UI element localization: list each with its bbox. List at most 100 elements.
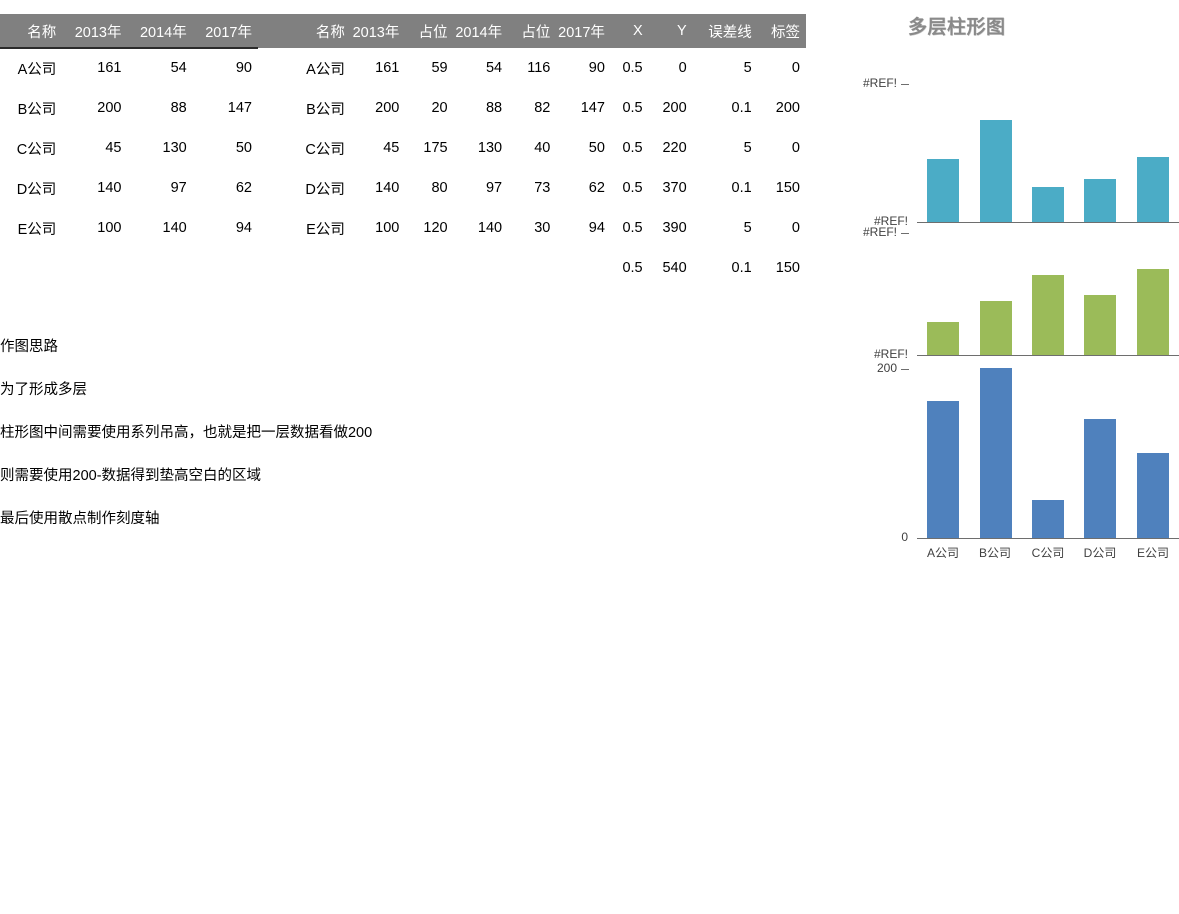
cell-2017: 90 (235, 60, 252, 76)
category-label-C公司: C公司 (1031, 546, 1065, 560)
cell-2017: 90 (588, 60, 605, 76)
cell-2014: 130 (477, 140, 503, 156)
category-label-A公司: A公司 (926, 546, 959, 560)
bar-top-C公司[interactable] (1032, 187, 1064, 222)
cell-errorbar: 0.1 (731, 180, 752, 196)
cell-errorbar: 5 (743, 60, 752, 76)
notes-line-3: 则需要使用200-数据得到垫高空白的区域 (0, 468, 262, 484)
cell-company: C公司 (305, 141, 345, 158)
cell-company: A公司 (17, 61, 57, 78)
cell-y: 540 (662, 260, 687, 276)
bar-top-D公司[interactable] (1084, 179, 1116, 222)
cell-y: 0 (678, 60, 687, 76)
cell-x: 0.5 (622, 100, 643, 116)
cell-2013: 45 (383, 140, 400, 156)
axis-label-top-bottom: 200 (876, 361, 897, 375)
cell-errorbar: 5 (743, 140, 752, 156)
cell-company: C公司 (16, 141, 57, 158)
plot-top (917, 83, 1179, 222)
cell-errorbar: 5 (743, 220, 752, 236)
table-row: 0.5 540 0.1 150 (290, 248, 806, 288)
column-header-x: X (632, 23, 643, 39)
table-row: C公司 45 130 50 (0, 128, 258, 168)
cell-2017: 50 (588, 140, 605, 156)
column-header-datalabel: 标签 (771, 24, 800, 41)
cell-filler-1: 80 (431, 180, 448, 196)
bar-bottom-E公司[interactable] (1137, 453, 1169, 538)
table-row: B公司 200 88 147 (0, 88, 258, 128)
cell-2013 (351, 248, 406, 288)
cell-datalabel: 200 (775, 100, 800, 116)
bar-top-E公司[interactable] (1137, 157, 1169, 222)
column-header-2013: 2013年 (74, 24, 122, 41)
cell-2014: 140 (477, 220, 503, 236)
cell-2014 (454, 248, 509, 288)
column-header-2017: 2017年 (558, 24, 605, 41)
cell-y: 220 (662, 140, 687, 156)
table-row: D公司 140 97 62 (0, 168, 258, 208)
cell-company: E公司 (306, 221, 345, 238)
notes-line-1: 为了形成多层 (0, 382, 87, 398)
category-label-B公司: B公司 (978, 546, 1011, 560)
bar-middle-C公司[interactable] (1032, 275, 1064, 355)
cell-2013: 140 (375, 180, 400, 196)
cell-2013: 200 (97, 100, 122, 116)
bar-bottom-B公司[interactable] (980, 368, 1012, 538)
chart-title: 多层柱形图 (908, 17, 1006, 38)
cell-2017 (556, 248, 611, 288)
table-row: E公司 100 140 94 (0, 208, 258, 248)
cell-2014: 54 (485, 60, 503, 76)
cell-company: D公司 (305, 181, 345, 198)
cell-filler-1 (405, 248, 453, 288)
cell-2014: 88 (170, 100, 187, 116)
table-row: C公司 45 175 130 40 50 0.5 220 5 0 (290, 128, 806, 168)
chart-panel-top (860, 83, 1179, 224)
cell-filler-2: 82 (534, 100, 551, 116)
cell-datalabel: 150 (775, 180, 800, 196)
plot-middle (917, 232, 1179, 355)
cell-x: 0.5 (622, 60, 643, 76)
data-table-one: 名称 2013年 2014年 2017年 A公司 161 54 90 B公司 2… (0, 14, 258, 248)
cell-filler-1: 59 (431, 60, 448, 76)
cell-filler-2: 73 (534, 180, 551, 196)
cell-company: B公司 (17, 101, 57, 118)
cell-errorbar: 0.1 (731, 260, 752, 276)
bar-top-B公司[interactable] (980, 120, 1012, 222)
bar-middle-A公司[interactable] (927, 322, 959, 355)
column-header-2014: 2014年 (139, 24, 187, 41)
axis-line-bottom (917, 538, 1179, 539)
cell-2013: 161 (97, 60, 122, 76)
cell-datalabel: 0 (791, 220, 800, 236)
bar-bottom-C公司[interactable] (1032, 500, 1064, 538)
cell-datalabel: 150 (775, 260, 800, 276)
table-two-header-row: 名称 2013年 占位 2014年 占位 2017年 X Y 误差线 标签 (290, 14, 806, 48)
column-header-y: Y (677, 23, 687, 39)
cell-2017: 94 (235, 220, 252, 236)
cell-2017: 94 (588, 220, 605, 236)
bar-middle-E公司[interactable] (1137, 269, 1169, 355)
table-row: D公司 140 80 97 73 62 0.5 370 0.1 150 (290, 168, 806, 208)
cell-2013: 45 (105, 140, 122, 156)
cell-filler-1: 20 (431, 100, 448, 116)
data-table-two: 名称 2013年 占位 2014年 占位 2017年 X Y 误差线 标签 A公… (290, 14, 806, 288)
multi-layer-bar-chart[interactable]: 多层柱形图 #REF! #REF! #REF! #REF! 200 0 A公司 B公司 C公司 D… (860, 0, 1179, 580)
notes-line-4: 最后使用散点制作刻度轴 (0, 511, 160, 527)
notes-block: 作图思路 为了形成多层 柱形图中间需要使用系列吊高，也就是把一层数据看做200 … (0, 338, 560, 553)
bar-top-A公司[interactable] (927, 159, 959, 222)
cell-x: 0.5 (622, 260, 643, 276)
column-header-2017: 2017年 (205, 24, 252, 41)
cell-y: 370 (662, 180, 687, 196)
bar-middle-D公司[interactable] (1084, 295, 1116, 355)
bar-middle-B公司[interactable] (980, 301, 1012, 355)
cell-x: 0.5 (622, 180, 643, 196)
table-one-header-row: 名称 2013年 2014年 2017年 (0, 14, 258, 48)
cell-2013: 140 (97, 180, 122, 196)
axis-label-bottom-bottom: 0 (901, 530, 908, 544)
table-row: B公司 200 20 88 82 147 0.5 200 0.1 200 (290, 88, 806, 128)
axis-label-top-top: #REF! (862, 76, 897, 90)
bar-bottom-A公司[interactable] (927, 401, 959, 538)
bar-bottom-D公司[interactable] (1084, 419, 1116, 538)
tick-dash-top-bottom (901, 369, 909, 370)
cell-company (290, 248, 351, 288)
cell-x: 0.5 (622, 140, 643, 156)
